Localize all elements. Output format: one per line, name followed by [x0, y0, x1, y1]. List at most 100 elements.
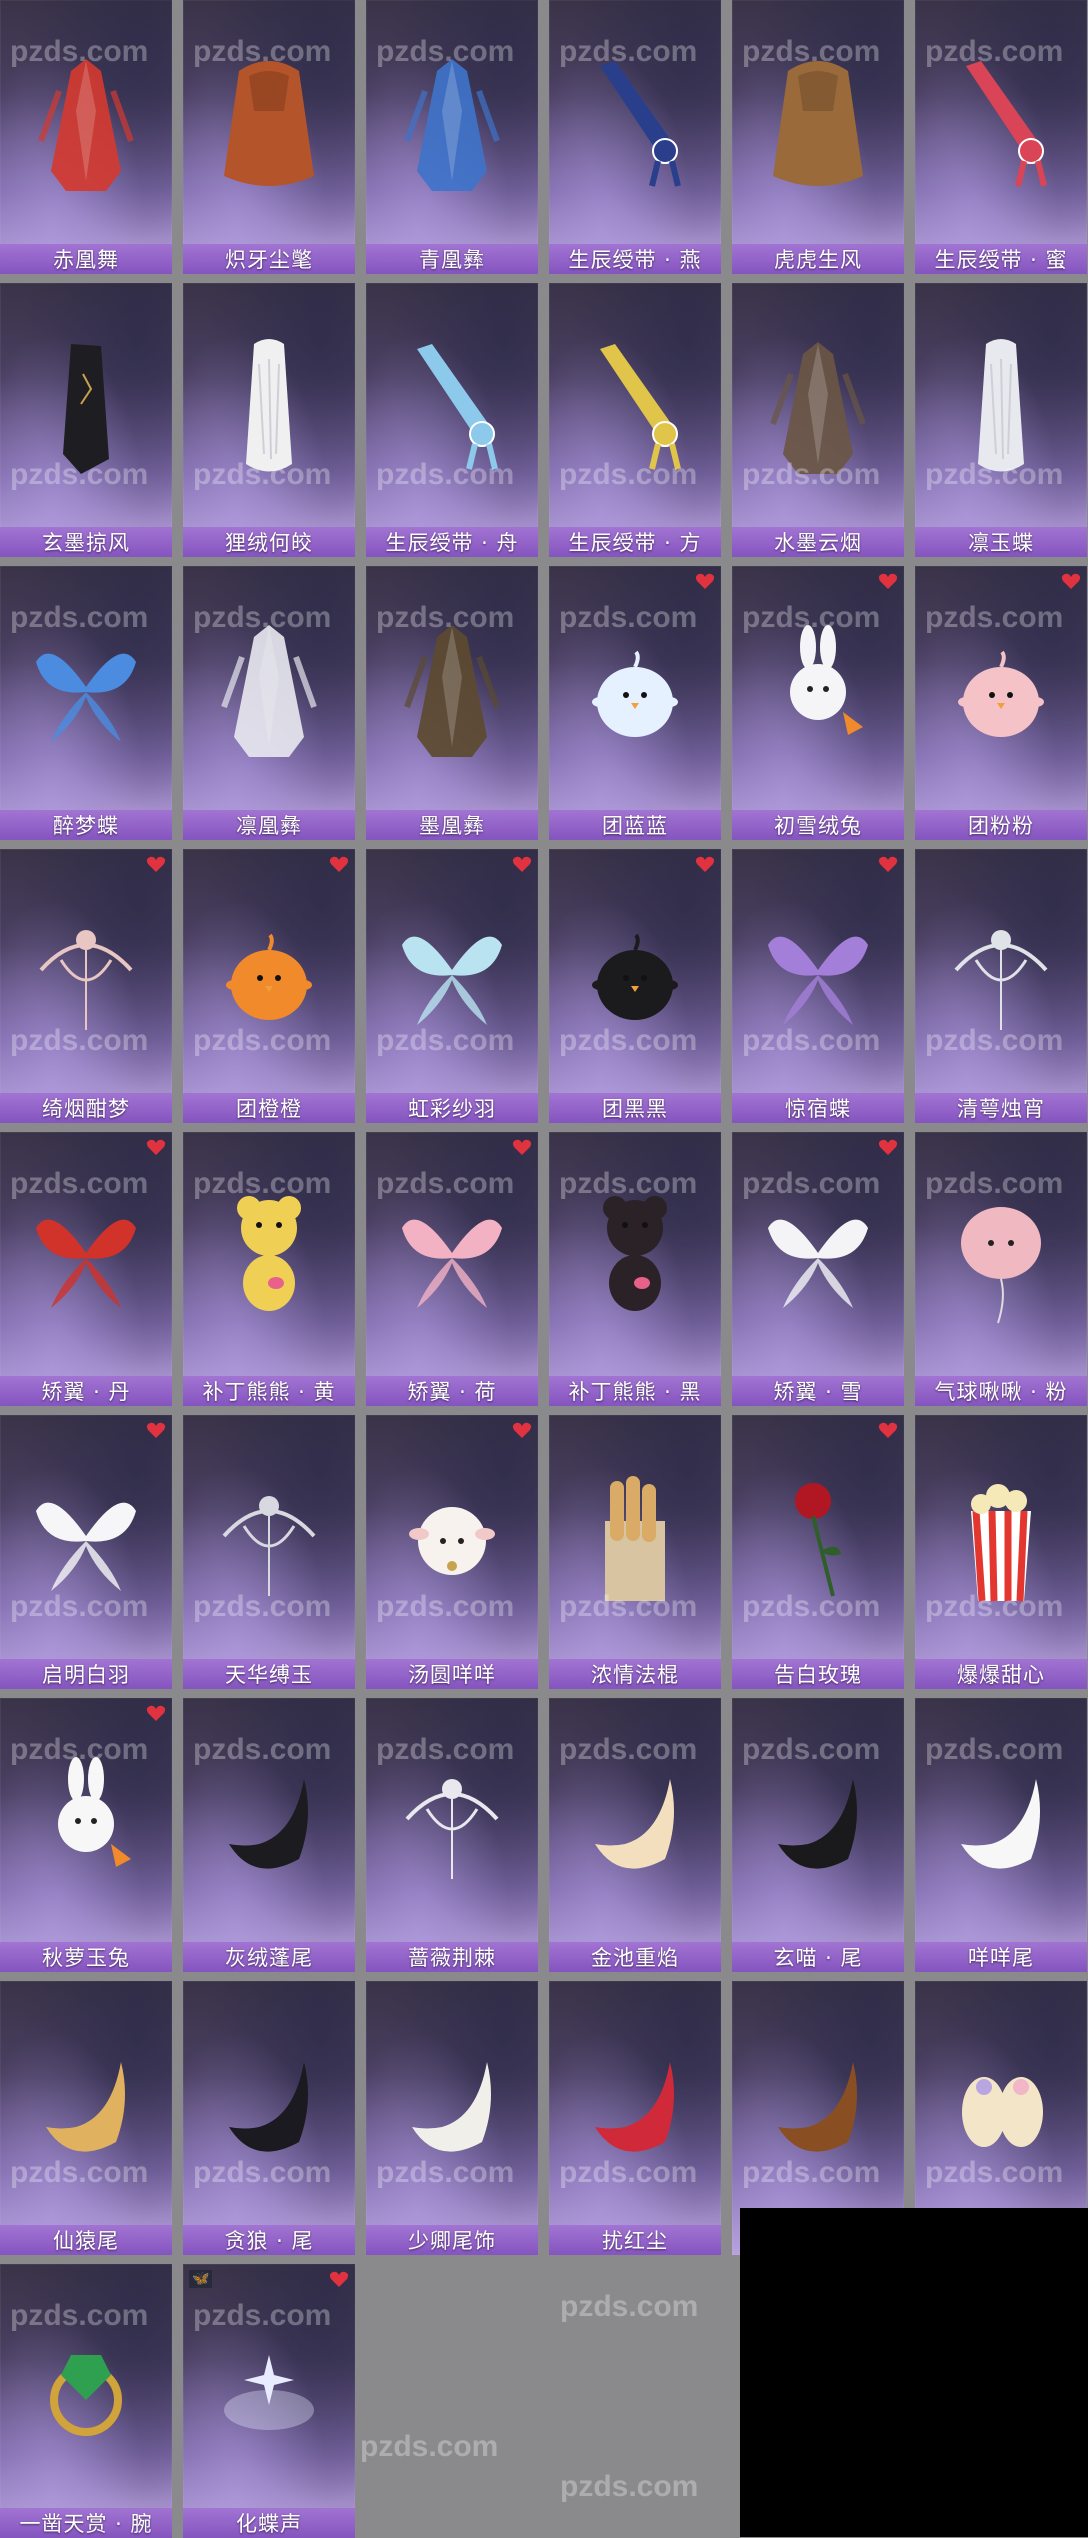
item-card[interactable]: pzds.com 补丁熊熊 · 黑: [549, 1132, 721, 1406]
item-name-bar: 灰绒蓬尾: [183, 1942, 355, 1972]
item-name: 启明白羽: [42, 1663, 130, 1687]
item-card[interactable]: pzds.com 绮烟酣梦: [0, 849, 172, 1123]
favorite-heart-icon[interactable]: [878, 1421, 898, 1439]
item-card[interactable]: pzds.com 狸绒何皎: [183, 283, 355, 557]
item-card[interactable]: pzds.com 浓情法棍: [549, 1415, 721, 1689]
favorite-heart-icon[interactable]: [878, 572, 898, 590]
item-name-bar: 贪狼 · 尾: [183, 2225, 355, 2255]
favorite-heart-icon[interactable]: [329, 855, 349, 873]
item-name-bar: 天华缚玉: [183, 1659, 355, 1689]
sparkle-icon: [214, 2315, 324, 2465]
favorite-heart-icon[interactable]: [512, 1421, 532, 1439]
item-card[interactable]: pzds.com 凛玉蝶: [915, 283, 1087, 557]
wings-icon: [763, 1183, 873, 1333]
favorite-heart-icon[interactable]: [512, 855, 532, 873]
chick-icon: [214, 900, 324, 1050]
item-card[interactable]: pzds.com 生辰绶带 · 方: [549, 283, 721, 557]
item-card[interactable]: pzds.com 水墨云烟: [732, 283, 904, 557]
item-name-bar: 炽牙尘氅: [183, 244, 355, 274]
item-name-bar: 矫翼 · 雪: [732, 1376, 904, 1406]
item-card[interactable]: pzds.com 金池重焰: [549, 1698, 721, 1972]
item-name: 绮烟酣梦: [42, 1097, 130, 1121]
item-card[interactable]: pzds.com 汤圆咩咩: [366, 1415, 538, 1689]
item-card[interactable]: pzds.com 天华缚玉: [183, 1415, 355, 1689]
item-card[interactable]: pzds.com 一凿天赏 · 腕: [0, 2264, 172, 2538]
wings-icon: [397, 1183, 507, 1333]
item-name: 贪狼 · 尾: [224, 2229, 314, 2253]
item-card[interactable]: pzds.com 灰绒蓬尾: [183, 1698, 355, 1972]
item-card[interactable]: pzds.com 凛凰彝: [183, 566, 355, 840]
item-card[interactable]: pzds.com 告白玫瑰: [732, 1415, 904, 1689]
robe-icon: [397, 617, 507, 767]
item-card[interactable]: pzds.com 爆爆甜心: [915, 1415, 1087, 1689]
item-card[interactable]: pzds.com 墨凰彝: [366, 566, 538, 840]
item-name: 凛凰彝: [236, 814, 302, 838]
item-card[interactable]: pzds.com 矫翼 · 荷: [366, 1132, 538, 1406]
item-name: 爆爆甜心: [957, 1663, 1045, 1687]
item-card[interactable]: pzds.com 少卿尾饰: [366, 1981, 538, 2255]
item-name: 生辰绶带 · 蜜: [934, 248, 1068, 272]
item-card[interactable]: pzds.com 醉梦蝶: [0, 566, 172, 840]
item-card[interactable]: pzds.com 气球啾啾 · 粉: [915, 1132, 1087, 1406]
item-name-bar: 凛凰彝: [183, 810, 355, 840]
item-card[interactable]: pzds.com 虹彩纱羽: [366, 849, 538, 1123]
favorite-heart-icon[interactable]: [146, 1704, 166, 1722]
cape-icon: [214, 51, 324, 201]
favorite-heart-icon[interactable]: [878, 1138, 898, 1156]
item-card[interactable]: pzds.com 蔷薇荆棘: [366, 1698, 538, 1972]
item-card[interactable]: pzds.com 启明白羽: [0, 1415, 172, 1689]
item-name: 扰红尘: [602, 2229, 668, 2253]
item-card[interactable]: pzds.com 惊宿蝶: [732, 849, 904, 1123]
item-name-bar: 告白玫瑰: [732, 1659, 904, 1689]
item-card[interactable]: pzds.com 咩咩尾: [915, 1698, 1087, 1972]
item-card[interactable]: pzds.com 扰红尘: [549, 1981, 721, 2255]
favorite-heart-icon[interactable]: [146, 1138, 166, 1156]
item-card[interactable]: pzds.com 炽牙尘氅: [183, 0, 355, 274]
item-name: 墨凰彝: [419, 814, 485, 838]
item-card[interactable]: pzds.com 赤凰舞: [0, 0, 172, 274]
item-name: 补丁熊熊 · 黑: [568, 1380, 702, 1404]
robe-icon: [214, 617, 324, 767]
bear-icon: [214, 1183, 324, 1333]
item-card[interactable]: pzds.com 贪狼 · 尾: [183, 1981, 355, 2255]
favorite-heart-icon[interactable]: [329, 2270, 349, 2288]
item-name: 团橙橙: [236, 1097, 302, 1121]
favorite-heart-icon[interactable]: [146, 1421, 166, 1439]
item-card[interactable]: pzds.com 生辰绶带 · 燕: [549, 0, 721, 274]
item-card[interactable]: pzds.com 团粉粉: [915, 566, 1087, 840]
item-card[interactable]: pzds.com 补丁熊熊 · 黄: [183, 1132, 355, 1406]
item-card[interactable]: pzds.com 生辰绶带 · 蜜: [915, 0, 1087, 274]
favorite-heart-icon[interactable]: [878, 855, 898, 873]
item-card[interactable]: pzds.com 玄墨掠风: [0, 283, 172, 557]
balloon-icon: [946, 1183, 1056, 1333]
bear-icon: [580, 1183, 690, 1333]
wings-icon: [763, 900, 873, 1050]
favorite-heart-icon[interactable]: [146, 855, 166, 873]
item-card[interactable]: 🦋 pzds.com 化蝶声: [183, 2264, 355, 2538]
item-name: 浓情法棍: [591, 1663, 679, 1687]
favorite-heart-icon[interactable]: [695, 572, 715, 590]
item-card[interactable]: pzds.com 矫翼 · 雪: [732, 1132, 904, 1406]
item-card[interactable]: pzds.com 仙猿尾: [0, 1981, 172, 2255]
item-card[interactable]: pzds.com 秋萝玉兔: [0, 1698, 172, 1972]
item-card[interactable]: pzds.com 虎虎生风: [732, 0, 904, 274]
item-card[interactable]: pzds.com 初雪绒兔: [732, 566, 904, 840]
favorite-heart-icon[interactable]: [1061, 572, 1081, 590]
item-card[interactable]: pzds.com 生辰绶带 · 舟: [366, 283, 538, 557]
item-card[interactable]: pzds.com 玄喵 · 尾: [732, 1698, 904, 1972]
item-card[interactable]: pzds.com 团蓝蓝: [549, 566, 721, 840]
favorite-heart-icon[interactable]: [512, 1138, 532, 1156]
item-card[interactable]: pzds.com 团橙橙: [183, 849, 355, 1123]
item-card[interactable]: pzds.com 青凰彝: [366, 0, 538, 274]
item-name: 灰绒蓬尾: [225, 1946, 313, 1970]
item-grid: pzds.com 赤凰舞 pzds.com 炽牙尘氅 pzds.com 青凰彝 pzd…: [0, 0, 1088, 2538]
item-name-bar: 惊宿蝶: [732, 1093, 904, 1123]
item-card[interactable]: pzds.com 团黑黑: [549, 849, 721, 1123]
item-card[interactable]: pzds.com 矫翼 · 丹: [0, 1132, 172, 1406]
item-name: 虹彩纱羽: [408, 1097, 496, 1121]
item-name: 仙猿尾: [53, 2229, 119, 2253]
item-name-bar: 生辰绶带 · 蜜: [915, 244, 1087, 274]
favorite-heart-icon[interactable]: [695, 855, 715, 873]
item-name-bar: 玄墨掠风: [0, 527, 172, 557]
item-card[interactable]: pzds.com 清萼烛宵: [915, 849, 1087, 1123]
